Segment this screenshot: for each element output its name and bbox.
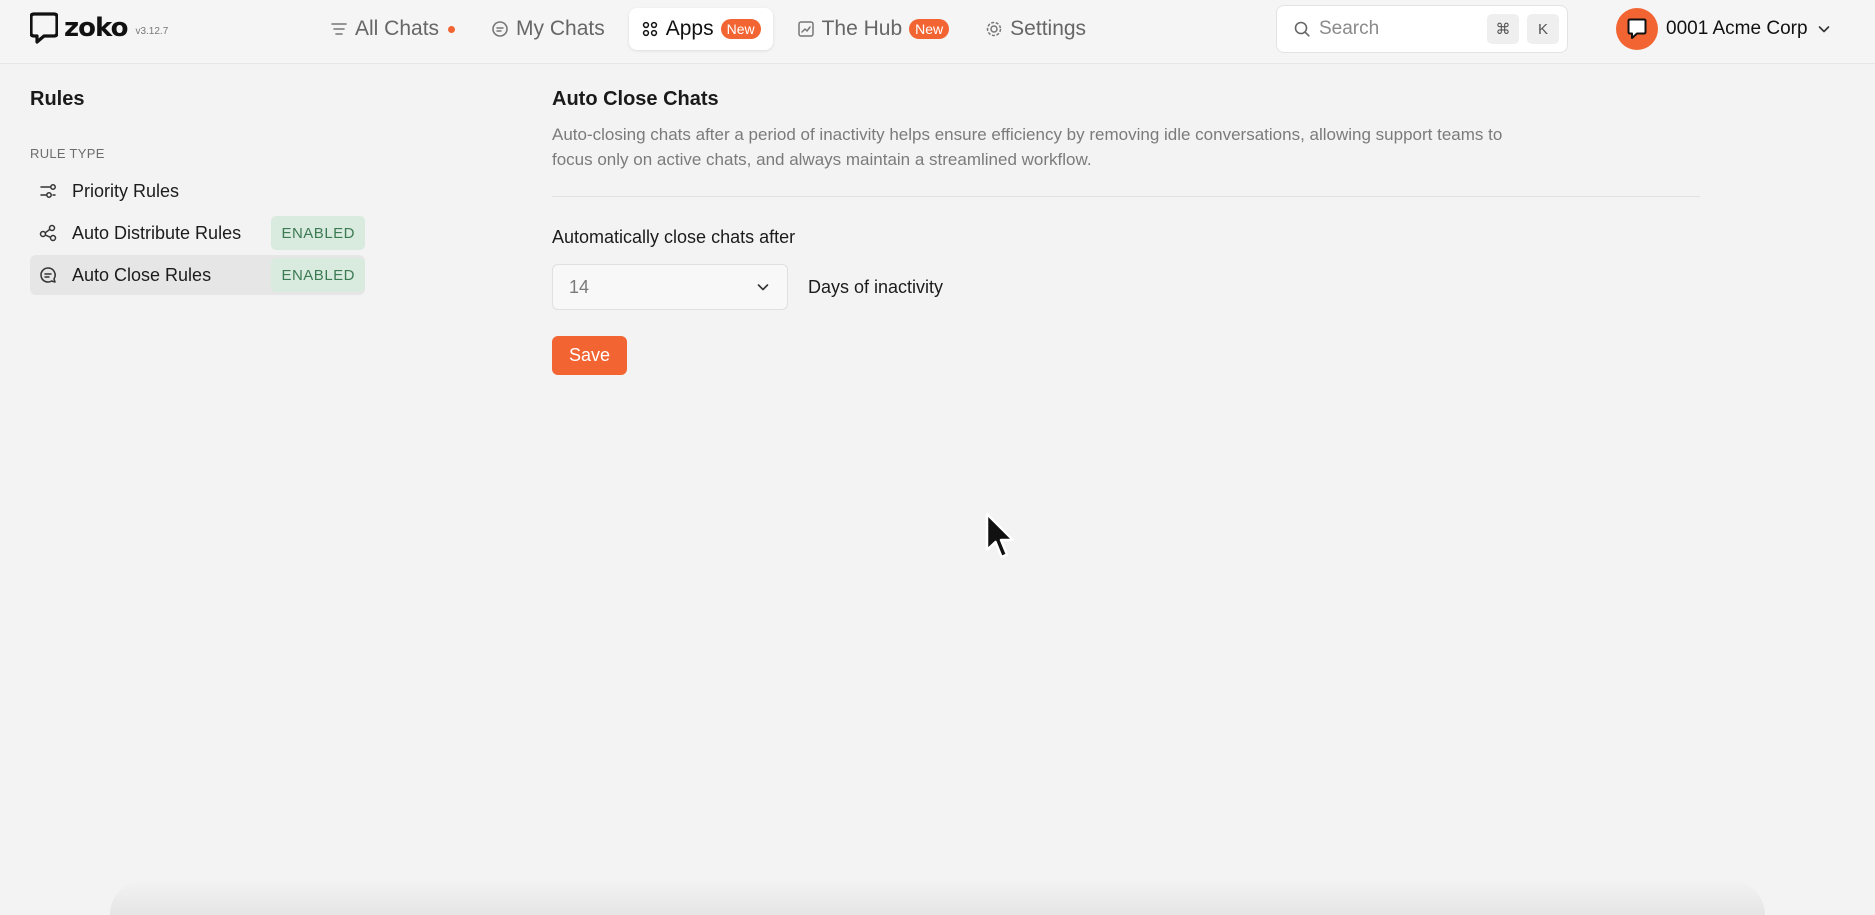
new-badge: New [909, 19, 950, 39]
zoko-logo-icon [30, 12, 58, 44]
chat-bubble-icon [492, 21, 508, 37]
nav-apps-label: Apps [665, 17, 714, 40]
app-name: zoko [64, 13, 128, 43]
inactivity-days-select[interactable]: 14 [552, 264, 788, 310]
gear-icon [986, 21, 1002, 37]
sidebar-item-label: Priority Rules [72, 180, 180, 201]
nav-settings[interactable]: Settings [973, 8, 1098, 50]
window-bottom-shadow [110, 880, 1765, 915]
shortcut-key-cmd: ⌘ [1487, 14, 1519, 44]
nav-the-hub[interactable]: The Hub New [785, 8, 962, 50]
list-filter-icon [331, 23, 347, 35]
account-name: 0001 Acme Corp [1666, 18, 1808, 39]
chevron-down-icon [757, 284, 769, 291]
search-icon [1294, 21, 1310, 37]
share-nodes-icon [39, 224, 57, 242]
nav-apps[interactable]: Apps New [628, 8, 773, 50]
divider [552, 196, 1700, 197]
app-version: v3.12.7 [135, 25, 169, 37]
rule-type-label: RULE TYPE [30, 146, 105, 161]
top-bar: zoko v3.12.7 All Chats My Chats Apps New… [0, 0, 1875, 64]
days-of-inactivity-label: Days of inactivity [808, 276, 944, 297]
nav-all-chats-label: All Chats [355, 17, 440, 40]
sidebar-item-label: Auto Close Rules [72, 264, 212, 285]
shortcut-key-k: K [1527, 14, 1559, 44]
sidebar-item-auto-close-rules[interactable]: Auto Close Rules ENABLED [30, 255, 365, 295]
page-title: Auto Close Chats [552, 88, 719, 110]
close-after-label: Automatically close chats after [552, 227, 796, 247]
search-placeholder: Search [1319, 18, 1380, 39]
sidebar-item-auto-distribute-rules[interactable]: Auto Distribute Rules ENABLED [30, 213, 365, 253]
mouse-cursor-icon [985, 512, 1015, 559]
nav-all-chats[interactable]: All Chats [318, 8, 467, 50]
chevron-down-icon [1818, 26, 1829, 33]
sliders-icon [40, 184, 56, 198]
status-badge: ENABLED [271, 258, 365, 292]
close-after-row: 14 Days of inactivity [552, 264, 1700, 310]
avatar [1616, 8, 1658, 50]
rules-sidebar: Rules RULE TYPE Priority Rules Auto Dist… [30, 88, 365, 297]
grid-icon [642, 21, 657, 37]
sidebar-item-priority-rules[interactable]: Priority Rules [30, 171, 365, 211]
select-value: 14 [569, 276, 590, 297]
chat-close-icon [40, 267, 56, 283]
nav-my-chats-label: My Chats [516, 17, 605, 40]
chart-icon [797, 21, 814, 37]
save-button[interactable]: Save [552, 336, 627, 375]
nav-the-hub-label: The Hub [821, 17, 903, 40]
unread-dot [448, 25, 456, 33]
status-badge: ENABLED [271, 216, 365, 250]
sidebar-title: Rules [30, 88, 85, 110]
search-box[interactable]: Search ⌘ K [1276, 5, 1568, 53]
new-badge: New [720, 19, 761, 39]
account-switcher[interactable]: 0001 Acme Corp [1616, 8, 1832, 50]
nav-my-chats[interactable]: My Chats [479, 8, 617, 50]
auto-close-panel: Auto Close Chats Auto-closing chats afte… [552, 88, 1700, 375]
main-nav: All Chats My Chats Apps New The Hub New … [318, 8, 1098, 50]
sidebar-item-label: Auto Distribute Rules [72, 222, 242, 243]
nav-settings-label: Settings [1010, 17, 1087, 40]
app-logo[interactable]: zoko v3.12.7 [30, 12, 168, 44]
zoko-avatar-icon [1627, 18, 1647, 39]
page-description: Auto-closing chats after a period of ina… [552, 125, 1503, 169]
